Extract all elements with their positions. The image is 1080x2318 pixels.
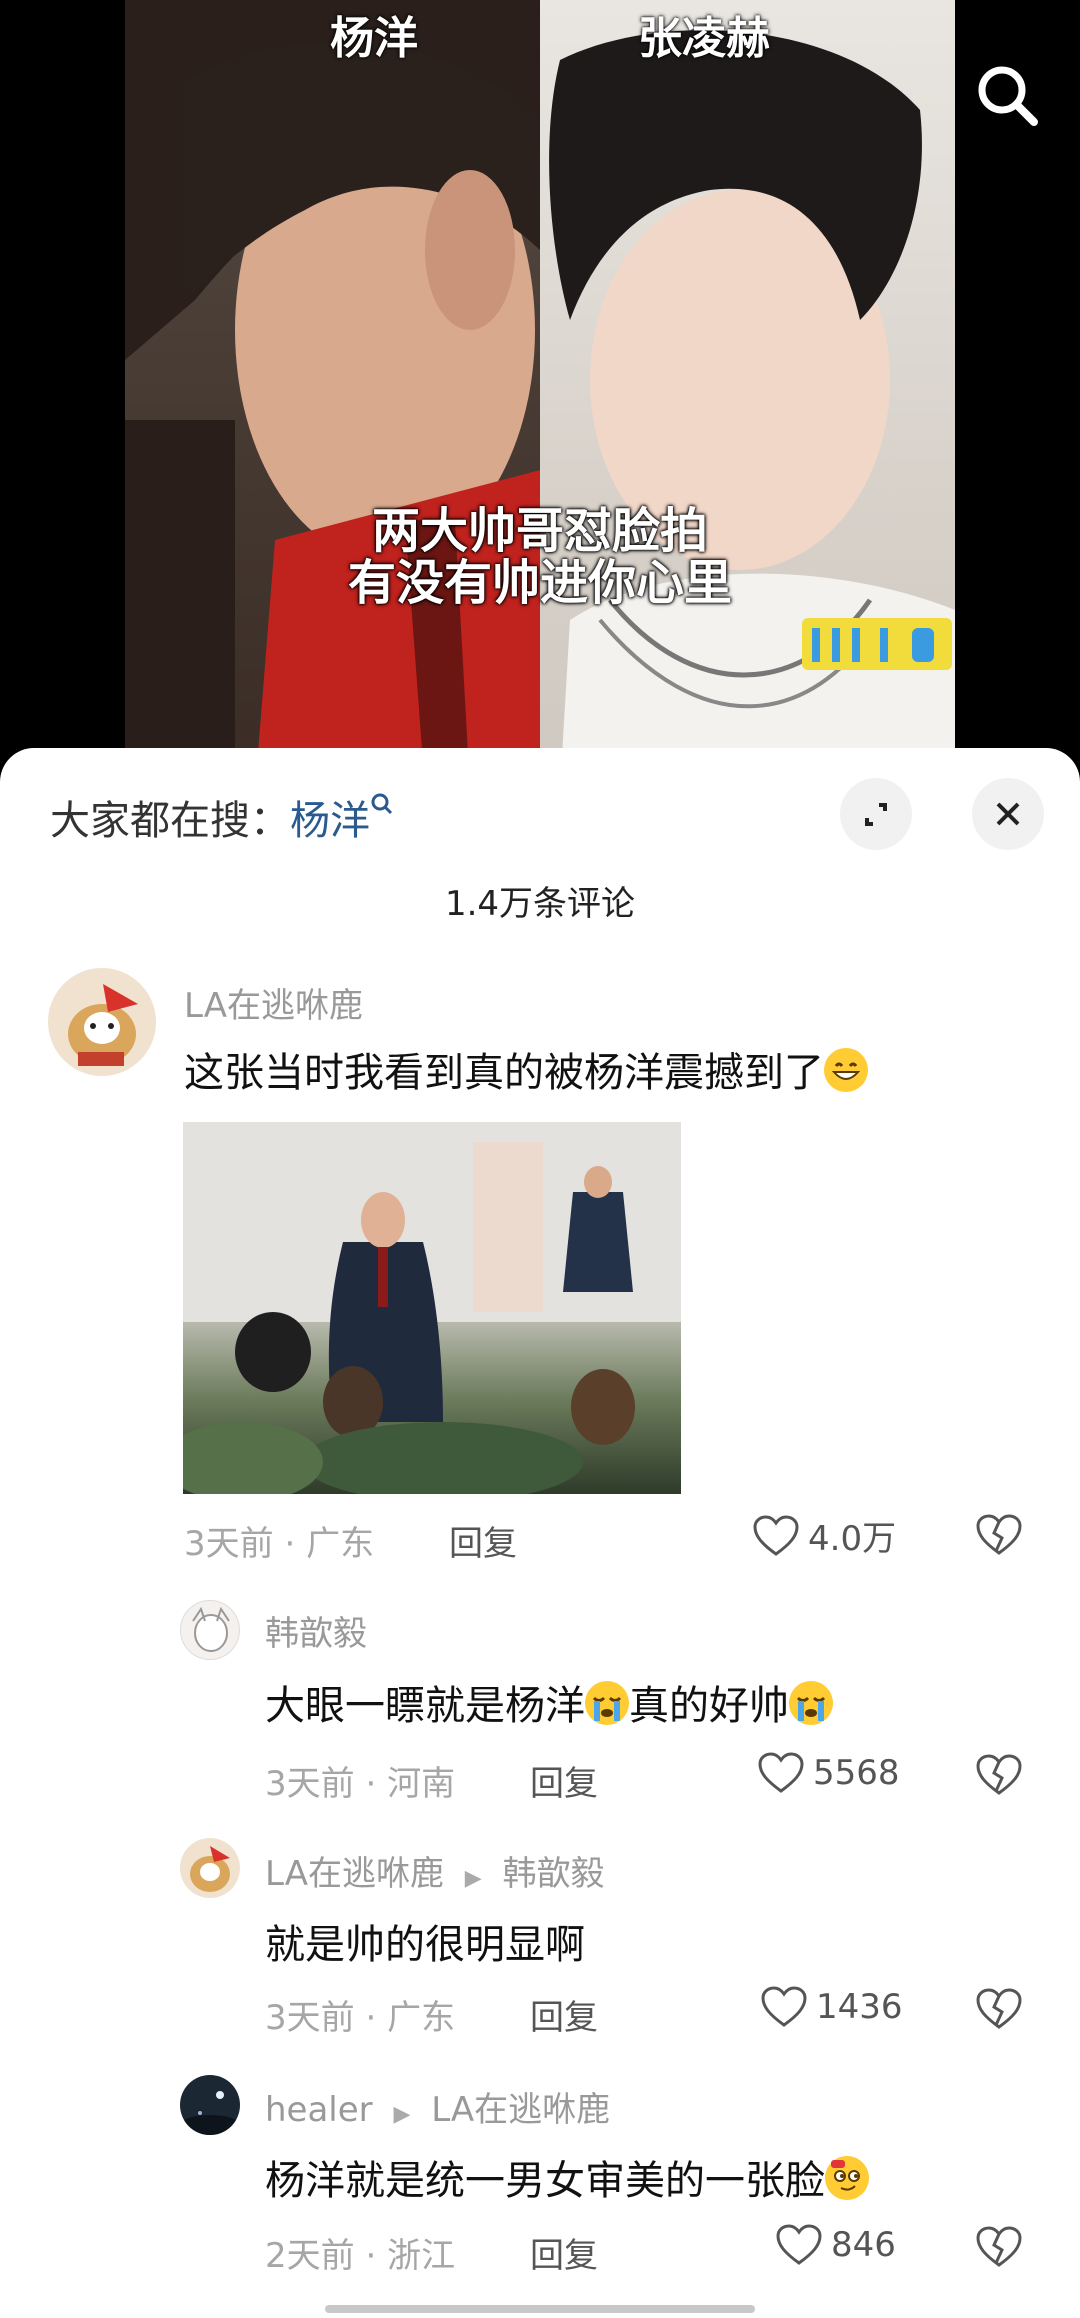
reply-button[interactable]: 回复 bbox=[530, 1990, 598, 2039]
video-name-right: 张凌赫 bbox=[638, 13, 770, 64]
comment-count: 1.4万条评论 bbox=[444, 884, 636, 924]
reply-meta: 2天前 · 浙江 bbox=[265, 2236, 456, 2276]
like-button[interactable]: 4.0万 bbox=[752, 1511, 896, 1560]
reply-text-content: 杨洋就是统一男女审美的一张脸 bbox=[265, 2158, 825, 2204]
search-icon[interactable] bbox=[972, 60, 1042, 130]
dislike-icon[interactable] bbox=[975, 1753, 1023, 1797]
portrait-left-image bbox=[125, 0, 540, 790]
portrait-right-image bbox=[549, 30, 955, 790]
like-button[interactable]: 846 bbox=[775, 2223, 896, 2267]
comment-image[interactable] bbox=[183, 1122, 681, 1494]
grinning-emoji-icon bbox=[824, 1048, 868, 1092]
dislike-icon[interactable] bbox=[975, 2225, 1023, 2269]
comment-username[interactable]: LA在逃咻鹿 bbox=[184, 978, 363, 1027]
reply-arrow-icon: ▶ bbox=[393, 2102, 411, 2127]
like-count: 4.0万 bbox=[808, 1519, 897, 1559]
reply-time: 3天前 bbox=[265, 1764, 355, 1804]
hot-search-keyword[interactable]: 杨洋 bbox=[290, 798, 370, 844]
caption-line-1: 两大帅哥怼脸拍 bbox=[371, 503, 708, 559]
avatar[interactable] bbox=[48, 968, 156, 1076]
reply-time: 2天前 bbox=[265, 2236, 355, 2276]
hot-search-bar[interactable]: 大家都在搜：杨洋 bbox=[50, 788, 394, 846]
expand-button[interactable] bbox=[840, 778, 912, 850]
heart-icon bbox=[753, 1514, 799, 1556]
expand-icon bbox=[865, 803, 887, 826]
reply-location: 浙江 bbox=[387, 2236, 456, 2276]
reply-location: 广东 bbox=[387, 1998, 456, 2038]
reply-text-part1: 大眼一瞟就是杨洋 bbox=[265, 1683, 585, 1729]
avatar[interactable] bbox=[180, 1600, 240, 1660]
avatar-dog-image bbox=[68, 984, 138, 1066]
avatar[interactable] bbox=[180, 1838, 240, 1898]
reply-text: 大眼一瞟就是杨洋 真的好帅 bbox=[265, 1673, 833, 1731]
comment-location: 广东 bbox=[306, 1524, 375, 1564]
avatar[interactable] bbox=[180, 2075, 240, 2135]
heart-icon bbox=[776, 2224, 822, 2265]
crying-emoji-icon bbox=[789, 1681, 833, 1725]
avatar-dog-image bbox=[190, 1846, 230, 1892]
reply-username: healer ▶ LA在逃咻鹿 bbox=[265, 2082, 610, 2131]
like-count: 846 bbox=[831, 2225, 896, 2265]
caption-line-2: 有没有帅进你心里 bbox=[347, 555, 732, 611]
reply-username-link[interactable]: LA在逃咻鹿 bbox=[265, 1854, 444, 1894]
close-icon bbox=[996, 802, 1020, 826]
comment-time: 3天前 bbox=[184, 1524, 274, 1564]
heart-icon bbox=[761, 1986, 807, 2027]
small-search-icon bbox=[371, 793, 393, 815]
event-photo bbox=[183, 1122, 681, 1494]
hot-search-label: 大家都在搜： bbox=[50, 798, 290, 844]
close-button[interactable] bbox=[972, 778, 1044, 850]
reply-username[interactable]: 韩歆毅 bbox=[265, 1606, 367, 1655]
reply-time: 3天前 bbox=[265, 1998, 355, 2038]
avatar-anime-image bbox=[192, 1606, 230, 1652]
like-button[interactable]: 1436 bbox=[760, 1985, 903, 2029]
video-panel-left bbox=[125, 0, 540, 790]
home-indicator[interactable] bbox=[325, 2305, 755, 2313]
reply-location: 河南 bbox=[387, 1764, 456, 1804]
like-count: 1436 bbox=[816, 1987, 903, 2027]
video-name-left: 杨洋 bbox=[330, 13, 418, 64]
heart-icon bbox=[758, 1752, 804, 1793]
reply-button[interactable]: 回复 bbox=[530, 1756, 598, 1805]
comment-text-content: 这张当时我看到真的被杨洋震撼到了 bbox=[184, 1050, 824, 1096]
video-panel-right bbox=[540, 0, 955, 790]
video-caption: 两大帅哥怼脸拍 有没有帅进你心里 bbox=[0, 505, 1080, 609]
reply-to-username[interactable]: LA在逃咻鹿 bbox=[431, 2090, 610, 2130]
reply-text-part2: 真的好帅 bbox=[629, 1683, 789, 1729]
crying-emoji-icon bbox=[585, 1681, 629, 1725]
reply-text: 杨洋就是统一男女审美的一张脸 bbox=[265, 2148, 869, 2206]
like-button[interactable]: 5568 bbox=[757, 1751, 900, 1795]
reply-to-username[interactable]: 韩歆毅 bbox=[503, 1854, 605, 1894]
avatar-night-image bbox=[180, 2091, 240, 2135]
comment-text: 这张当时我看到真的被杨洋震撼到了 bbox=[184, 1040, 868, 1098]
reply-username: LA在逃咻鹿 ▶ 韩歆毅 bbox=[265, 1846, 605, 1895]
reply-arrow-icon: ▶ bbox=[464, 1866, 482, 1891]
reply-meta: 3天前 · 河南 bbox=[265, 1764, 456, 1804]
smirk-emoji-icon bbox=[825, 2156, 869, 2200]
reply-button[interactable]: 回复 bbox=[530, 2228, 598, 2277]
like-count: 5568 bbox=[813, 1753, 900, 1793]
reply-text: 就是帅的很明显啊 bbox=[265, 1922, 585, 1968]
dislike-icon[interactable] bbox=[975, 1513, 1023, 1557]
dislike-icon[interactable] bbox=[975, 1987, 1023, 2031]
reply-username-link[interactable]: healer bbox=[265, 2090, 373, 2130]
comment-meta: 3天前 · 广东 bbox=[184, 1524, 375, 1564]
reply-meta: 3天前 · 广东 bbox=[265, 1998, 456, 2038]
reply-button[interactable]: 回复 bbox=[449, 1516, 517, 1565]
video-player[interactable]: 杨洋 张凌赫 两大帅哥怼脸拍 有没有帅进你心里 bbox=[0, 0, 1080, 790]
